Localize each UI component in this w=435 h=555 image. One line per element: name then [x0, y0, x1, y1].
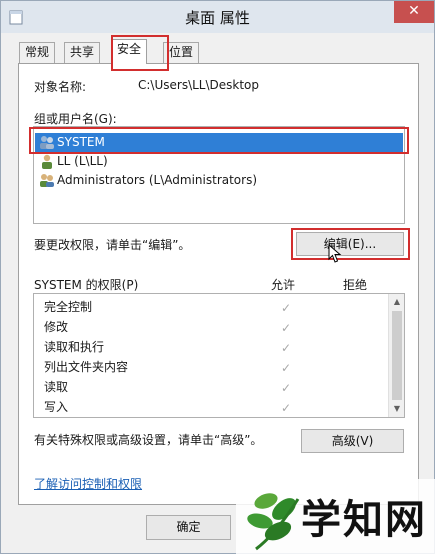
edit-hint: 要更改权限，请单击“编辑”。 [34, 238, 191, 252]
users-list[interactable]: SYSTEM LL (L\LL) Administrators (L\Admin… [33, 126, 405, 224]
list-item: 完全控制 [44, 300, 93, 314]
deny-header: 拒绝 [343, 278, 368, 292]
scroll-down-icon[interactable]: ▼ [389, 401, 405, 417]
list-item: 修改 [44, 320, 69, 334]
tab-location[interactable]: 位置 [163, 42, 200, 63]
scroll-thumb[interactable] [392, 311, 402, 400]
permissions-title: SYSTEM 的权限(P) [34, 278, 139, 292]
list-item: 写入 [44, 400, 69, 414]
advanced-hint: 有关特殊权限或高级设置，请单击“高级”。 [34, 433, 263, 447]
advanced-button[interactable]: 高级(V) [301, 429, 404, 453]
groups-label: 组或用户名(G): [34, 112, 117, 126]
ok-button[interactable]: 确定 [146, 515, 231, 540]
permissions-list[interactable]: 完全控制 修改 读取和执行 列出文件夹内容 读取 写入 ✓ ✓ ✓ ✓ ✓ ✓ [33, 293, 405, 418]
title-bar[interactable]: 桌面 属性 ✕ [1, 1, 434, 33]
mouse-cursor-icon [328, 244, 342, 263]
list-item-ll[interactable]: LL (L\LL) [35, 152, 403, 171]
window-title: 桌面 属性 [185, 9, 250, 27]
list-item-administrators[interactable]: Administrators (L\Administrators) [35, 171, 403, 190]
list-item-system[interactable]: SYSTEM [35, 133, 403, 152]
watermark-text: 学知网 [301, 496, 427, 543]
scroll-up-icon[interactable]: ▲ [389, 294, 405, 310]
allow-check-icon: ✓ [280, 301, 292, 315]
list-item: 读取和执行 [44, 340, 105, 354]
list-item: 列出文件夹内容 [44, 360, 129, 374]
object-name-label: 对象名称: [34, 80, 87, 94]
user-icon [42, 154, 52, 169]
tab-general[interactable]: 常规 [19, 42, 56, 63]
tab-sharing[interactable]: 共享 [64, 42, 101, 63]
allow-header: 允许 [271, 278, 296, 292]
admin-users-icon [40, 174, 54, 187]
system-users-icon [40, 136, 54, 149]
edit-button[interactable]: 编辑(E)... [296, 232, 404, 256]
allow-check-icon: ✓ [280, 321, 292, 335]
list-item-label: Administrators (L\Administrators) [57, 173, 258, 187]
properties-window: 桌面 属性 ✕ 常规 共享 安全 位置 对象名称: C:\Users\LL\De… [0, 0, 435, 555]
learn-access-control-link[interactable]: 了解访问控制和权限 [34, 475, 142, 492]
tab-security[interactable]: 安全 [111, 39, 148, 64]
permissions-scrollbar[interactable]: ▲ ▼ [388, 294, 404, 417]
allow-check-icon: ✓ [280, 341, 292, 355]
allow-check-icon: ✓ [280, 401, 292, 415]
allow-check-icon: ✓ [280, 381, 292, 395]
list-item-label: LL (L\LL) [57, 154, 108, 168]
allow-check-icon: ✓ [280, 361, 292, 375]
close-button[interactable]: ✕ [394, 1, 434, 23]
object-name-value: C:\Users\LL\Desktop [138, 78, 260, 92]
list-item: 读取 [44, 380, 69, 394]
list-item-label: SYSTEM [57, 135, 105, 149]
